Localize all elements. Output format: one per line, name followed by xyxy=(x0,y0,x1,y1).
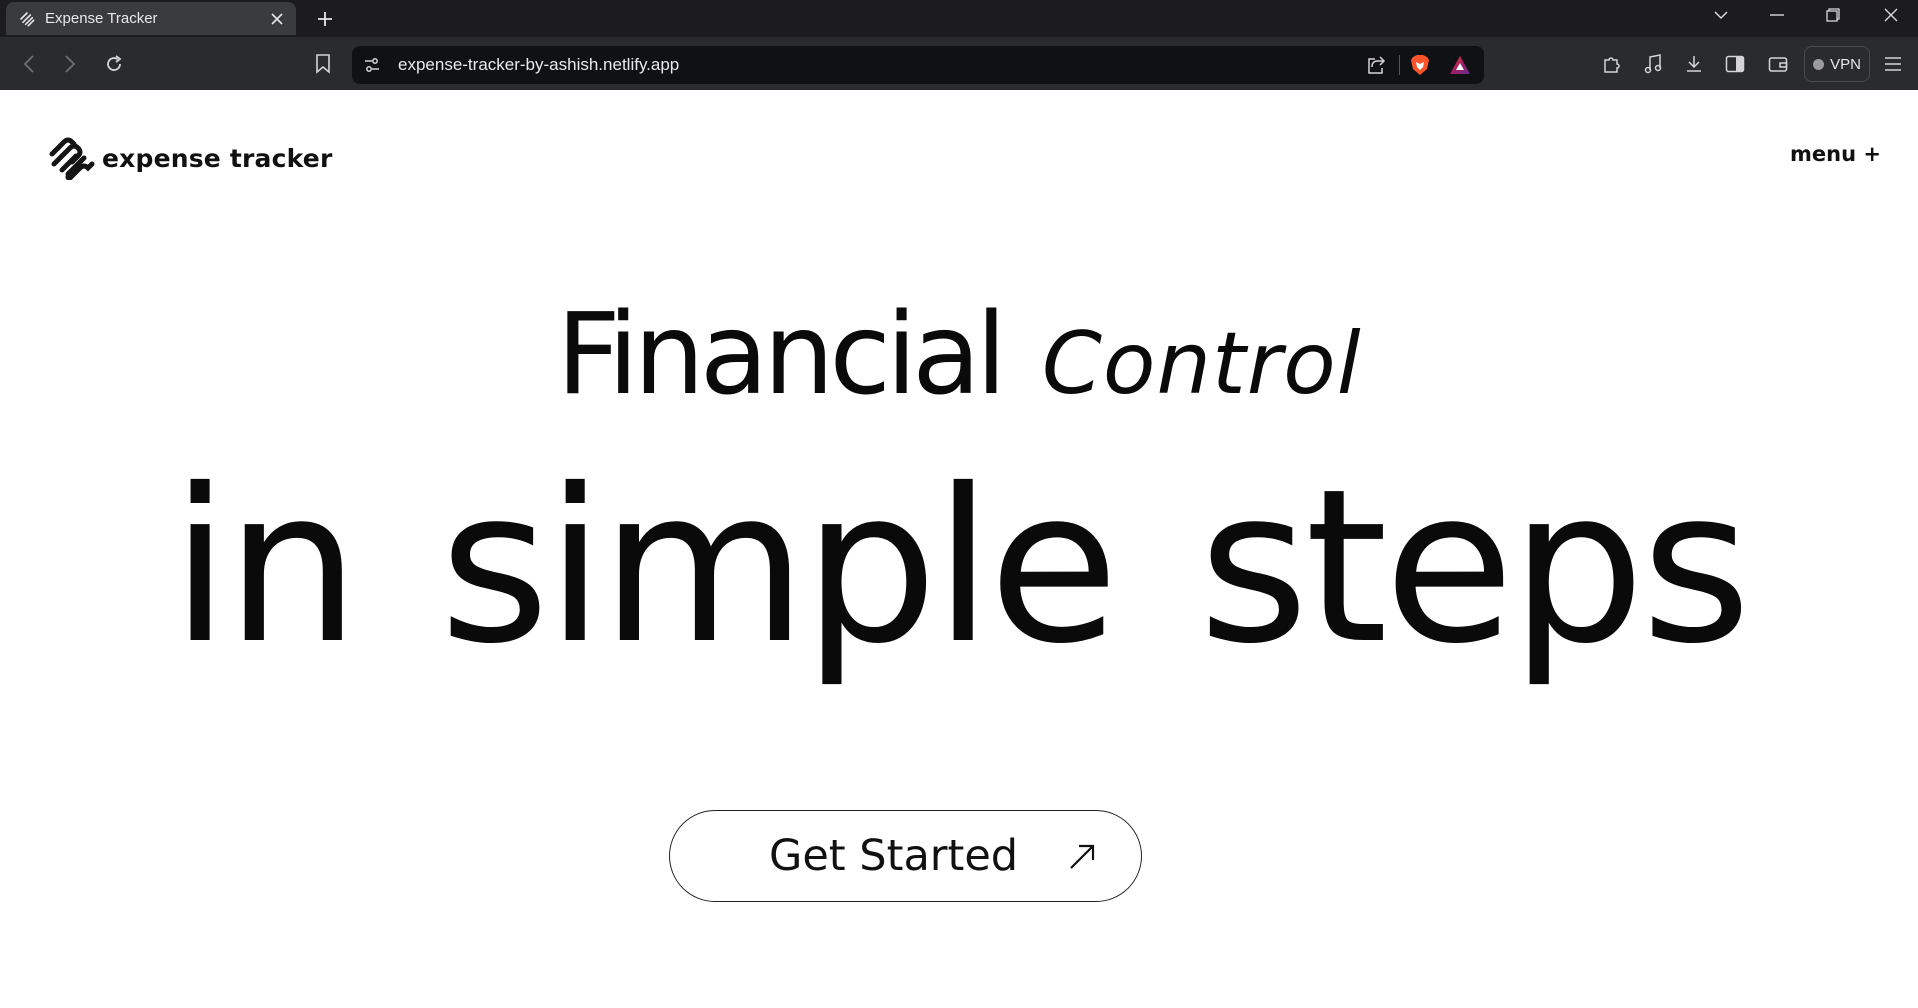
hero-headline-line-2: in simple steps xyxy=(170,443,1752,690)
forward-icon[interactable] xyxy=(55,49,85,79)
wallet-icon[interactable] xyxy=(1763,49,1793,79)
logo-mark-icon xyxy=(49,137,95,180)
hamburger-menu-icon[interactable] xyxy=(1878,49,1908,79)
sidebar-toggle-icon[interactable] xyxy=(1720,49,1750,79)
logo-text: expense tracker xyxy=(102,143,333,173)
browser-toolbar: expense-tracker-by-ashish.netlify.app VP… xyxy=(0,37,1918,90)
address-bar[interactable]: expense-tracker-by-ashish.netlify.app xyxy=(352,46,1484,84)
site-info-icon[interactable] xyxy=(362,55,382,75)
get-started-label: Get Started xyxy=(769,831,1019,881)
extensions-icon[interactable] xyxy=(1597,49,1627,79)
brave-rewards-icon[interactable] xyxy=(1448,53,1472,77)
minimize-icon[interactable] xyxy=(1755,0,1799,30)
arrow-up-right-icon xyxy=(1070,844,1095,869)
hero-headline-line-1: Financial Control xyxy=(0,290,1918,420)
vpn-label: VPN xyxy=(1830,55,1861,73)
restore-icon[interactable] xyxy=(1811,0,1855,30)
url-text[interactable]: expense-tracker-by-ashish.netlify.app xyxy=(398,55,679,75)
brave-shields-icon[interactable] xyxy=(1408,53,1432,77)
hero-word-financial: Financial xyxy=(556,290,1006,420)
back-icon[interactable] xyxy=(14,49,44,79)
tab-title: Expense Tracker xyxy=(45,10,158,27)
vpn-status-icon xyxy=(1813,58,1825,70)
url-divider xyxy=(1399,55,1400,75)
bookmark-icon[interactable] xyxy=(308,49,338,79)
tab-search-chevron-icon[interactable] xyxy=(1699,0,1743,30)
page-content: expense tracker menu + Financial Control … xyxy=(0,90,1918,1008)
reload-icon[interactable] xyxy=(99,49,129,79)
site-logo[interactable]: expense tracker xyxy=(48,136,332,180)
menu-button[interactable]: menu + xyxy=(1790,142,1881,166)
new-tab-button[interactable] xyxy=(310,4,340,34)
tab-strip: Expense Tracker xyxy=(0,0,1918,37)
active-tab[interactable]: Expense Tracker xyxy=(6,2,296,35)
get-started-button[interactable]: Get Started xyxy=(669,810,1142,902)
share-icon[interactable] xyxy=(1364,53,1388,77)
close-tab-icon[interactable] xyxy=(264,6,290,32)
close-window-icon[interactable] xyxy=(1869,0,1913,30)
hero-word-control: Control xyxy=(1041,314,1362,414)
downloads-icon[interactable] xyxy=(1679,49,1709,79)
site-favicon-icon xyxy=(18,10,36,28)
media-music-icon[interactable] xyxy=(1638,49,1668,79)
vpn-button[interactable]: VPN xyxy=(1804,46,1870,82)
